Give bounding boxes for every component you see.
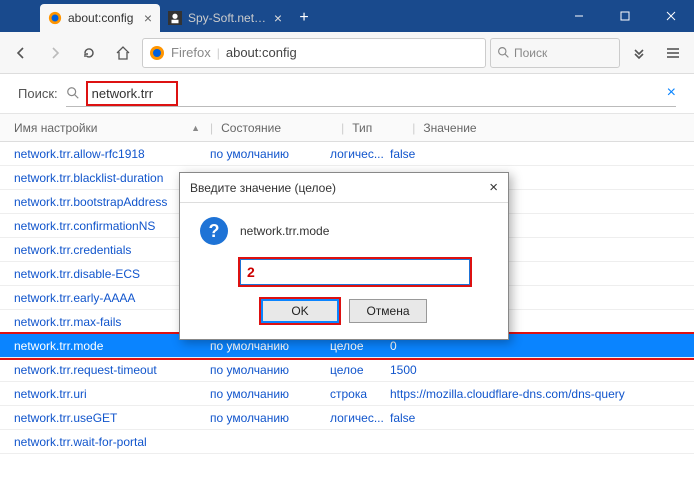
pref-value: 1500 [390,363,694,377]
firefox-icon [149,45,165,61]
close-icon[interactable]: × [274,10,282,26]
pref-row[interactable]: network.trr.uriпо умолчаниюстрокаhttps:/… [0,382,694,406]
pref-name: network.trr.useGET [14,411,210,425]
back-button[interactable] [6,38,36,68]
pref-type: целое [330,363,390,377]
tab-strip: about:config × Spy-Soft.net - Информацио… [0,0,318,32]
dialog-close-icon[interactable]: × [489,179,498,196]
sort-icon: ▲ [191,123,200,133]
close-window-button[interactable] [648,0,694,32]
spy-favicon [168,11,182,25]
filter-highlight [86,81,178,106]
filter-row: Поиск: × [0,74,694,114]
new-tab-button[interactable]: + [290,4,318,32]
menu-button[interactable] [658,38,688,68]
home-button[interactable] [108,38,138,68]
titlebar: about:config × Spy-Soft.net - Информацио… [0,0,694,32]
pref-type: строка [330,387,390,401]
pref-state: по умолчанию [210,387,330,401]
reload-button[interactable] [74,38,104,68]
dialog-value-input[interactable] [240,259,470,285]
pref-type: логичес... [330,147,390,161]
filter-input-wrap: × [66,81,676,107]
pref-state: по умолчанию [210,147,330,161]
col-value[interactable]: Значение [423,121,694,135]
overflow-button[interactable] [624,38,654,68]
minimize-button[interactable] [556,0,602,32]
search-icon [497,46,510,59]
tab-about-config[interactable]: about:config × [40,4,160,32]
pref-state: по умолчанию [210,339,330,353]
dialog-pref-name: network.trr.mode [240,224,329,238]
search-bar[interactable]: Поиск [490,38,620,68]
col-type[interactable]: Тип [352,121,412,135]
question-icon: ? [200,217,228,245]
pref-row[interactable]: network.trr.request-timeoutпо умолчаниюц… [0,358,694,382]
ok-button[interactable]: OK [261,299,339,323]
col-name-label: Имя настройки [14,121,98,135]
tab-title: about:config [68,11,138,25]
tab-spy-soft[interactable]: Spy-Soft.net - Информацион × [160,4,290,32]
pref-name: network.trr.wait-for-portal [14,435,210,449]
pref-state: по умолчанию [210,363,330,377]
search-icon [66,86,80,100]
search-placeholder: Поиск [514,46,547,60]
pref-value: https://mozilla.cloudflare-dns.com/dns-q… [390,387,694,401]
col-name[interactable]: Имя настройки ▲ [14,121,210,135]
url-bar[interactable]: Firefox | about:config [142,38,486,68]
dialog-titlebar[interactable]: Введите значение (целое) × [180,173,508,203]
firefox-favicon [48,11,62,25]
pref-row[interactable]: network.trr.useGETпо умолчаниюлогичес...… [0,406,694,430]
pref-state: по умолчанию [210,411,330,425]
pref-row[interactable]: network.trr.allow-rfc1918по умолчаниюлог… [0,142,694,166]
nav-toolbar: Firefox | about:config Поиск [0,32,694,74]
close-icon[interactable]: × [144,10,152,26]
col-state[interactable]: Состояние [221,121,341,135]
address-text: about:config [226,45,297,60]
input-dialog: Введите значение (целое) × ? network.trr… [179,172,509,340]
clear-filter-icon[interactable]: × [667,84,676,102]
pref-name: network.trr.allow-rfc1918 [14,147,210,161]
cancel-button[interactable]: Отмена [349,299,427,323]
forward-button[interactable] [40,38,70,68]
maximize-button[interactable] [602,0,648,32]
pref-value: false [390,147,694,161]
tab-title: Spy-Soft.net - Информацион [188,11,268,25]
separator: | [217,46,220,60]
pref-value: false [390,411,694,425]
pref-name: network.trr.uri [14,387,210,401]
identity-label: Firefox [171,45,211,60]
pref-type: целое [330,339,390,353]
column-header: Имя настройки ▲ | Состояние | Тип | Знач… [0,114,694,142]
pref-name: network.trr.mode [14,339,210,353]
pref-value: 0 [390,339,694,353]
pref-name: network.trr.request-timeout [14,363,210,377]
filter-label: Поиск: [18,86,58,101]
filter-input[interactable] [92,84,172,103]
dialog-title: Введите значение (целое) [190,181,336,195]
window-controls [556,0,694,32]
pref-type: логичес... [330,411,390,425]
pref-row[interactable]: network.trr.wait-for-portal [0,430,694,454]
